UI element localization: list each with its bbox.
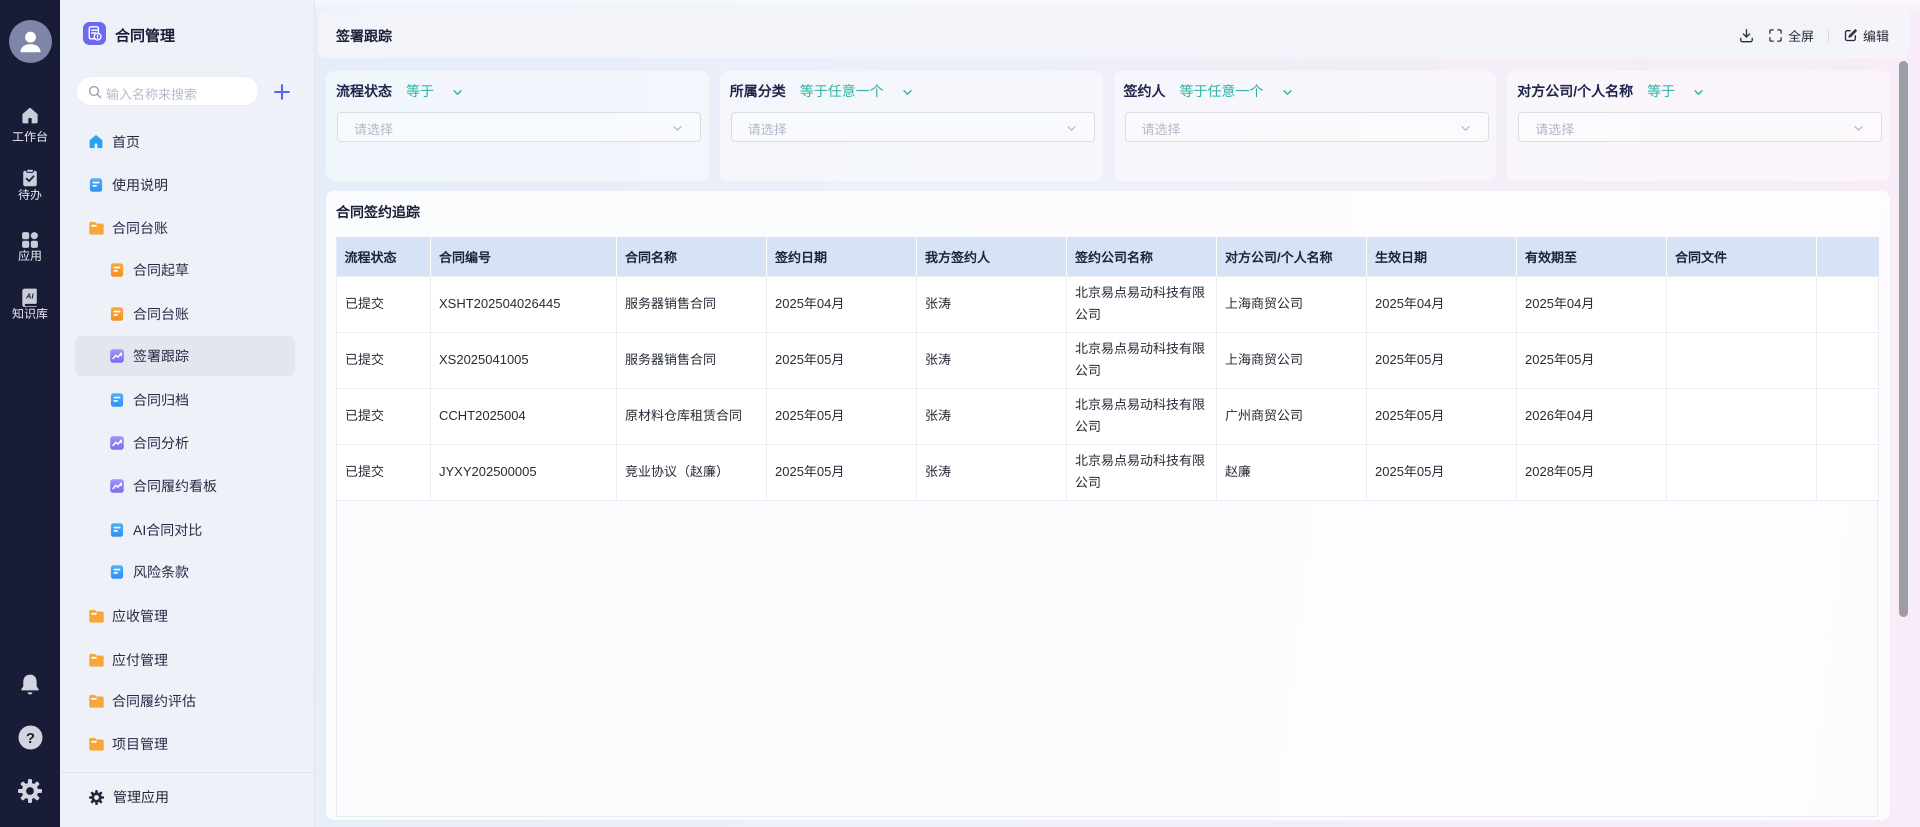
svg-text:AI: AI (25, 292, 34, 301)
svg-text:?: ? (25, 730, 34, 747)
